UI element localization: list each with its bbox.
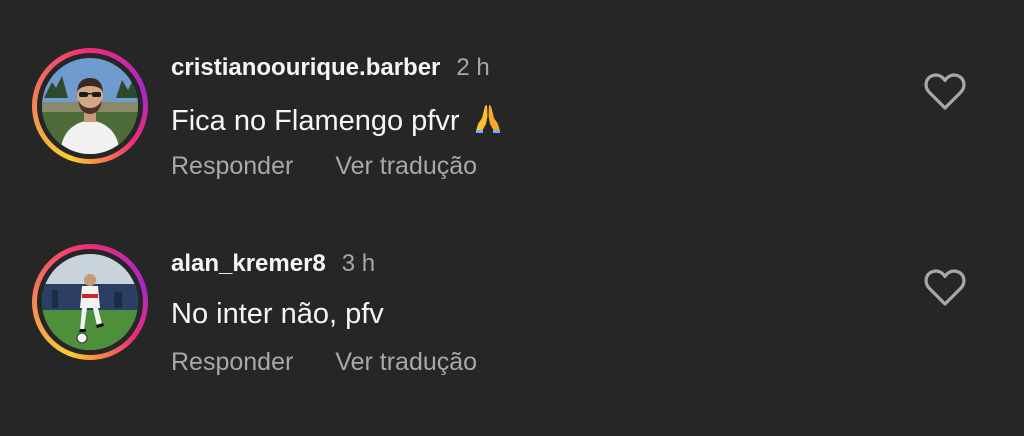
heart-outline-icon[interactable] bbox=[922, 70, 968, 112]
avatar-photo bbox=[42, 58, 138, 154]
timestamp: 2 h bbox=[456, 54, 490, 81]
comment-meta: alan_kremer8 3 h bbox=[171, 250, 375, 282]
avatar-story-ring[interactable] bbox=[32, 244, 148, 360]
timestamp: 3 h bbox=[341, 250, 376, 277]
comment-text: No inter não, pfv bbox=[171, 298, 384, 331]
comment-actions: Responder Ver tradução bbox=[171, 152, 477, 181]
reply-button[interactable]: Responder bbox=[171, 152, 293, 181]
comment-meta: cristianoourique.barber 2 h bbox=[171, 54, 490, 86]
comment-body: Fica no Flamengo pfvr bbox=[171, 105, 460, 137]
comment-text: Fica no Flamengo pfvr bbox=[171, 102, 504, 142]
comment-item: alan_kremer8 3 h No inter não, pfv Respo… bbox=[0, 234, 1024, 404]
reply-button[interactable]: Responder bbox=[171, 348, 293, 377]
username[interactable]: cristianoourique.barber bbox=[171, 54, 440, 82]
comment-item: cristianoourique.barber 2 h Fica no Flam… bbox=[0, 38, 1024, 208]
translate-button[interactable]: Ver tradução bbox=[335, 348, 477, 377]
avatar[interactable] bbox=[42, 254, 138, 350]
comment-body: No inter não, pfv bbox=[171, 298, 384, 330]
comment-actions: Responder Ver tradução bbox=[171, 348, 477, 377]
username[interactable]: alan_kremer8 bbox=[171, 250, 326, 278]
translate-button[interactable]: Ver tradução bbox=[335, 152, 477, 181]
avatar-story-ring[interactable] bbox=[32, 48, 148, 164]
folded-hands-icon bbox=[472, 102, 504, 142]
avatar-photo bbox=[42, 254, 138, 350]
heart-outline-icon[interactable] bbox=[922, 266, 968, 308]
avatar[interactable] bbox=[42, 58, 138, 154]
